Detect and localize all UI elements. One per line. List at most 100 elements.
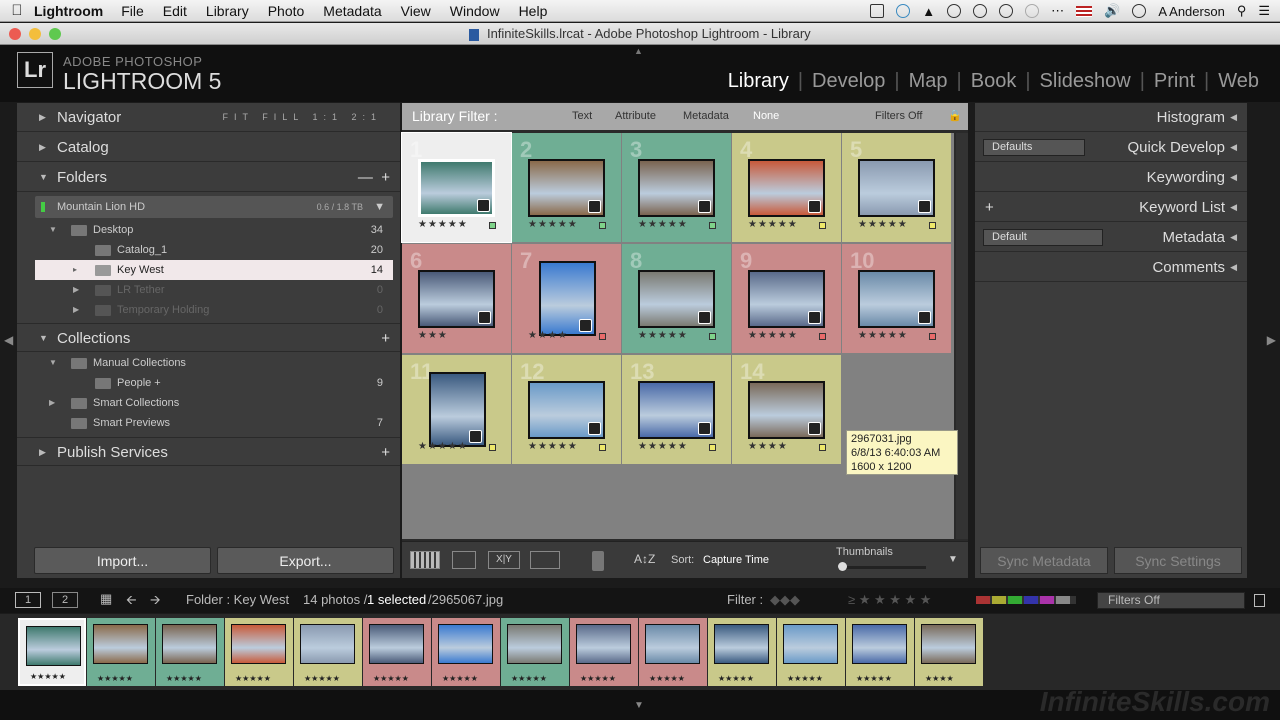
sort-dropdown[interactable]: Capture Time	[703, 554, 769, 566]
dots-icon[interactable]: ⋯	[1051, 3, 1064, 19]
close-window-button[interactable]	[9, 28, 21, 40]
filmstrip-frame[interactable]: ★★★★★	[501, 618, 569, 686]
survey-view-icon[interactable]	[530, 551, 560, 569]
volume-icon[interactable]: 🔊	[1104, 3, 1120, 19]
module-slideshow[interactable]: Slideshow	[1031, 70, 1140, 93]
add-folder-icon[interactable]: — +	[358, 163, 390, 192]
module-develop[interactable]: Develop	[803, 70, 894, 93]
filter-text-tab[interactable]: Text	[572, 103, 592, 130]
grid-cell[interactable]: 5 ★★★★★	[842, 133, 951, 242]
star-rating[interactable]: ★★★★	[528, 330, 568, 341]
add-collection-icon[interactable]: +	[381, 324, 390, 353]
metadata-badge-icon[interactable]	[478, 311, 491, 324]
grid-cell[interactable]: 2 ★★★★★	[512, 133, 621, 242]
grid-cell[interactable]: 3 ★★★★★	[622, 133, 731, 242]
compare-view-icon[interactable]: X|Y	[488, 551, 520, 569]
folder-desktop[interactable]: ▼ Desktop 34	[35, 220, 393, 240]
folders-header[interactable]: ▼ Folders — +	[17, 163, 400, 192]
star-rating[interactable]: ★★★	[418, 330, 448, 341]
filter-attribute-tab[interactable]: Attribute	[615, 103, 656, 130]
clock-icon[interactable]	[1132, 4, 1147, 18]
star-rating[interactable]: ★★★★★	[638, 219, 688, 230]
metadata-badge-icon[interactable]	[588, 200, 601, 213]
menu-library[interactable]: Library	[206, 3, 249, 19]
star-rating[interactable]: ★★★★★	[528, 441, 578, 452]
star-rating[interactable]: ★★★★★	[638, 441, 688, 452]
filter-metadata-tab[interactable]: Metadata	[683, 103, 729, 130]
flag-icon[interactable]	[1076, 5, 1093, 17]
sync-icon[interactable]	[896, 4, 911, 18]
volume-menu-icon[interactable]: ▼	[374, 196, 385, 218]
photo-thumbnail[interactable]	[638, 159, 715, 217]
filmstrip-frame[interactable]: ★★★★	[915, 618, 983, 686]
filmstrip-frame[interactable]: ★★★★★	[87, 618, 155, 686]
metadata-badge-icon[interactable]	[808, 422, 821, 435]
photo-thumbnail[interactable]	[748, 381, 825, 439]
apple-menu-icon[interactable]: 	[0, 2, 34, 19]
chat-icon[interactable]	[973, 4, 988, 18]
add-keyword-icon[interactable]: +	[985, 193, 994, 222]
module-print[interactable]: Print	[1145, 70, 1204, 93]
grid-cell[interactable]: 1 ★★★★★	[401, 132, 512, 243]
star-rating[interactable]: ★★★★★	[748, 330, 798, 341]
loupe-view-icon[interactable]	[452, 551, 476, 569]
list-menu-icon[interactable]: ☰	[1258, 3, 1270, 19]
collection-manual[interactable]: ▼ Manual Collections	[35, 353, 393, 373]
module-web[interactable]: Web	[1209, 70, 1268, 93]
accessibility-icon[interactable]	[999, 4, 1014, 18]
photo-thumbnail[interactable]	[748, 270, 825, 328]
filmstrip-frame[interactable]: ★★★★★	[639, 618, 707, 686]
collections-header[interactable]: ▼ Collections +	[17, 323, 400, 352]
keywording-header[interactable]: Keywording ◀	[975, 163, 1247, 192]
metadata-badge-icon[interactable]	[918, 200, 931, 213]
filmstrip-frame[interactable]: ★★★★★	[708, 618, 776, 686]
menu-photo[interactable]: Photo	[268, 3, 305, 19]
metadata-badge-icon[interactable]	[918, 311, 931, 324]
sort-direction-icon[interactable]: A↕Z	[634, 552, 655, 566]
filmstrip-frame[interactable]: ★★★★★	[570, 618, 638, 686]
grid-cell[interactable]: 14 ★★★★	[732, 355, 841, 464]
folder-temporary-holding[interactable]: ▶ Temporary Holding 0	[35, 300, 393, 320]
color-label-filter[interactable]	[976, 596, 1076, 604]
collapse-filmstrip-icon[interactable]: ▼	[634, 700, 644, 711]
power-icon[interactable]	[947, 4, 962, 18]
thumbnail-size-slider[interactable]	[838, 566, 926, 569]
color-label-swatch[interactable]	[489, 222, 496, 229]
photo-thumbnail[interactable]	[429, 372, 486, 447]
quick-develop-header[interactable]: Defaults Quick Develop ◀	[975, 133, 1247, 162]
photo-thumbnail[interactable]	[539, 261, 596, 336]
star-rating[interactable]: ★★★★★	[418, 441, 468, 452]
metadata-badge-icon[interactable]	[469, 430, 482, 443]
catalog-header[interactable]: ▶ Catalog	[17, 133, 400, 162]
color-label-swatch[interactable]	[819, 444, 826, 451]
user-name[interactable]: A Anderson	[1158, 4, 1225, 19]
color-label-swatch[interactable]	[819, 333, 826, 340]
color-label-swatch[interactable]	[819, 222, 826, 229]
sync-metadata-button[interactable]: Sync Metadata	[980, 547, 1108, 574]
color-label-swatch[interactable]	[709, 444, 716, 451]
toolbar-menu-icon[interactable]: ▼	[948, 554, 958, 565]
photo-thumbnail[interactable]	[528, 159, 605, 217]
grid-cell[interactable]: 9 ★★★★★	[732, 244, 841, 353]
source-folder[interactable]: Folder : Key West	[186, 592, 289, 607]
star-rating[interactable]: ★★★★★	[638, 330, 688, 341]
color-label-swatch[interactable]	[929, 333, 936, 340]
folder-key-west[interactable]: ▸ Key West 14	[35, 260, 393, 280]
collapse-triangle-icon[interactable]: ▼	[49, 353, 57, 373]
import-button[interactable]: Import...	[34, 547, 211, 574]
grid-scrollbar[interactable]	[956, 133, 968, 539]
star-rating[interactable]: ★★★★★	[858, 219, 908, 230]
navigator-header[interactable]: ▶ Navigator FIT FILL 1:1 2:1	[17, 103, 400, 132]
expand-triangle-icon[interactable]: ▶	[73, 280, 79, 300]
metadata-badge-icon[interactable]	[588, 422, 601, 435]
filter-none-tab[interactable]: None	[753, 103, 779, 130]
time-machine-icon[interactable]	[1025, 4, 1040, 18]
rating-filter-stars[interactable]: ≥ ★ ★ ★ ★ ★	[848, 592, 931, 608]
color-label-swatch[interactable]	[599, 444, 606, 451]
flag-filter-icons[interactable]: ◆◆◆	[770, 592, 800, 608]
module-map[interactable]: Map	[900, 70, 957, 93]
metadata-badge-icon[interactable]	[477, 199, 490, 212]
grid-cell[interactable]: 7 ★★★★	[512, 244, 621, 353]
photo-thumbnail[interactable]	[638, 270, 715, 328]
notification-bell-icon[interactable]: ▲	[922, 4, 935, 19]
